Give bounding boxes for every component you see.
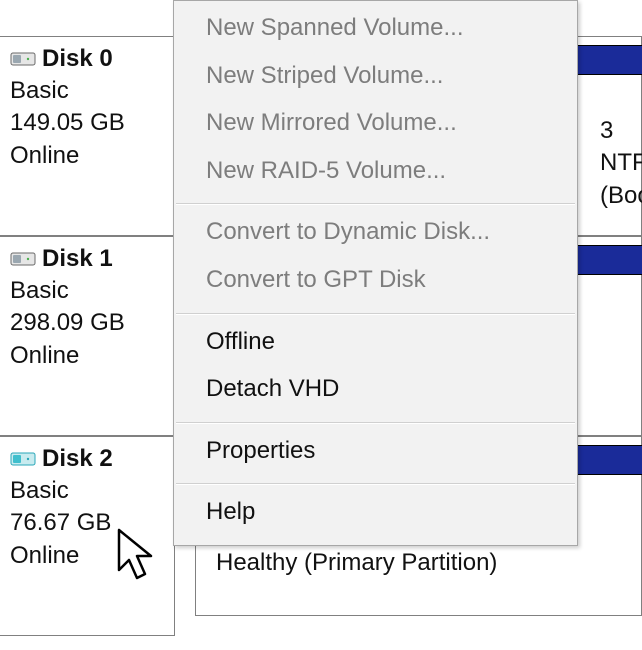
menu-new-raid5-volume[interactable]: New RAID-5 Volume... [174,150,577,198]
disk-icon [10,50,38,68]
disk-icon [10,450,38,468]
disk-header-disk1[interactable]: Disk 1 Basic 298.09 GB Online [0,236,175,436]
disk-header-disk2[interactable]: Disk 2 Basic 76.67 GB Online [0,436,175,636]
menu-help[interactable]: Help [174,491,577,539]
disk-type: Basic [10,75,164,107]
disk-type: Basic [10,275,164,307]
menu-new-mirrored-volume[interactable]: New Mirrored Volume... [174,102,577,150]
disk-size: 76.67 GB [10,507,164,539]
disk-status: Online [10,540,164,572]
menu-convert-to-gpt-disk[interactable]: Convert to GPT Disk [174,259,577,307]
disk-status: Online [10,140,164,172]
disk-header-disk0[interactable]: Disk 0 Basic 149.05 GB Online [0,36,175,236]
menu-detach-vhd[interactable]: Detach VHD [174,368,577,416]
menu-properties[interactable]: Properties [174,430,577,478]
menu-new-striped-volume[interactable]: New Striped Volume... [174,55,577,103]
menu-convert-to-dynamic-disk[interactable]: Convert to Dynamic Disk... [174,211,577,259]
disk-header-panel: Disk 0 Basic 149.05 GB Online Disk 1 Bas… [0,0,175,650]
disk-status: Online [10,340,164,372]
menu-separator [176,422,575,424]
partition-status: (Boo [600,180,637,212]
disk-icon [10,250,38,268]
disk-context-menu: New Spanned Volume... New Striped Volume… [173,0,578,546]
disk-size: 149.05 GB [10,107,164,139]
menu-new-spanned-volume[interactable]: New Spanned Volume... [174,7,577,55]
menu-separator [176,203,575,205]
partition-status: Healthy (Primary Partition) [216,547,637,579]
menu-offline[interactable]: Offline [174,321,577,369]
disk-name: Disk 1 [42,245,113,273]
disk-name: Disk 2 [42,445,113,473]
menu-separator [176,483,575,485]
menu-separator [176,313,575,315]
disk-size: 298.09 GB [10,307,164,339]
disk-type: Basic [10,475,164,507]
partition-fs: 3 NTF [600,115,637,180]
disk-name: Disk 0 [42,45,113,73]
